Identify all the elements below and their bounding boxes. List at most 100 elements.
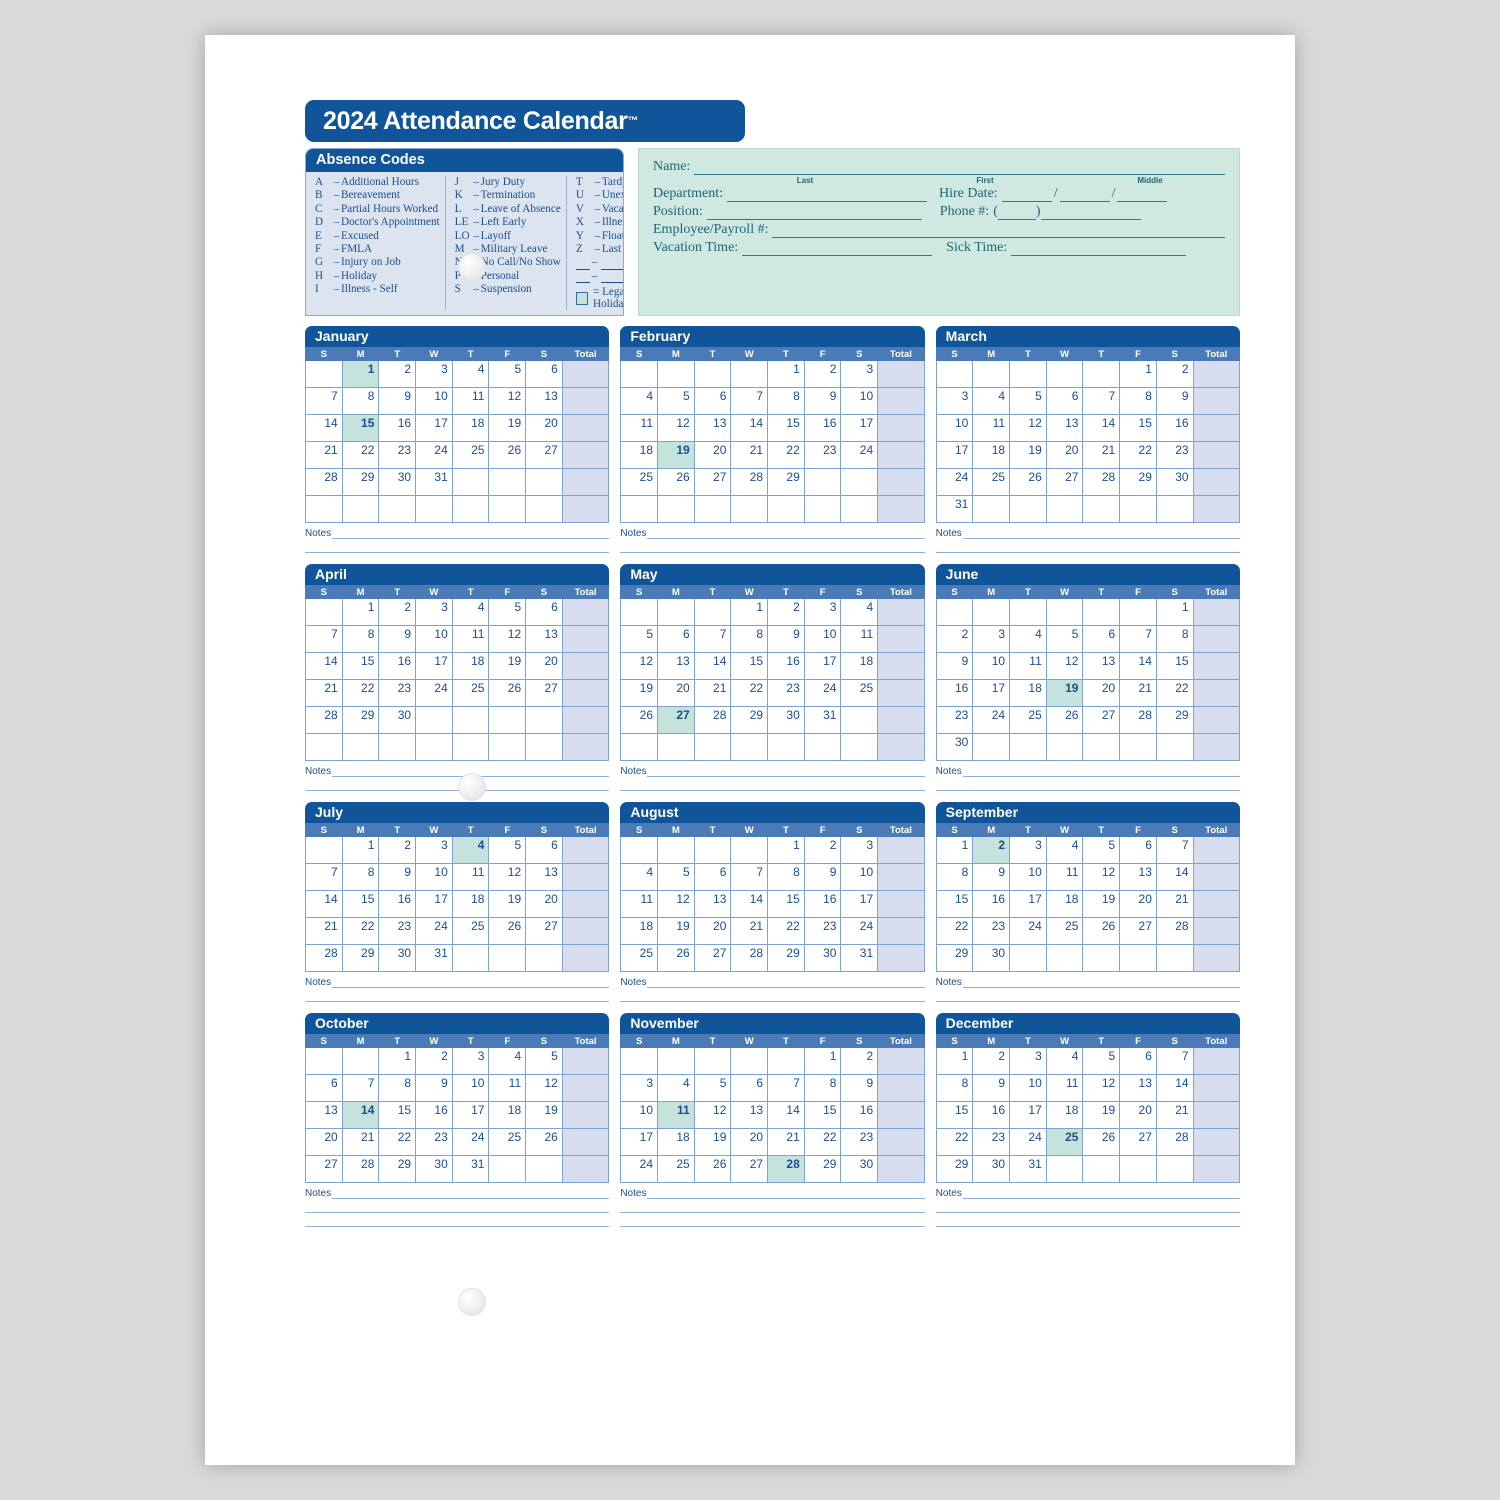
vacation-field[interactable] — [742, 241, 933, 256]
notes-input-line[interactable] — [305, 989, 610, 1003]
day-cell[interactable]: 9 — [935, 652, 974, 681]
total-cell[interactable] — [877, 625, 925, 654]
absence-code-blank-label[interactable] — [601, 273, 623, 284]
day-cell[interactable]: 18 — [451, 414, 490, 443]
day-cell-empty[interactable] — [525, 944, 563, 973]
day-cell-empty[interactable] — [1009, 944, 1047, 973]
day-cell[interactable]: 11 — [451, 863, 490, 892]
day-cell-empty[interactable] — [803, 733, 842, 762]
day-cell[interactable]: 30 — [1155, 468, 1194, 497]
day-cell-empty[interactable] — [657, 360, 695, 389]
day-cell[interactable]: 7 — [305, 625, 343, 654]
day-cell-empty[interactable] — [378, 733, 417, 762]
day-cell-empty[interactable] — [415, 706, 453, 735]
day-cell[interactable]: 25 — [451, 679, 490, 708]
day-cell[interactable]: 24 — [415, 679, 453, 708]
day-cell[interactable]: 17 — [1009, 890, 1047, 919]
day-cell[interactable]: 8 — [767, 387, 805, 416]
day-cell[interactable]: 14 — [693, 652, 732, 681]
day-cell[interactable]: 30 — [803, 944, 842, 973]
day-cell-empty[interactable] — [767, 1047, 805, 1076]
day-cell-holiday[interactable]: 2 — [972, 836, 1011, 865]
day-cell[interactable]: 19 — [525, 1101, 563, 1130]
total-cell[interactable] — [561, 1128, 610, 1157]
day-cell-empty[interactable] — [1045, 360, 1084, 389]
day-cell[interactable]: 27 — [525, 917, 563, 946]
day-cell[interactable]: 20 — [693, 917, 732, 946]
day-cell[interactable]: 14 — [767, 1101, 805, 1130]
day-cell[interactable]: 25 — [840, 679, 879, 708]
day-cell[interactable]: 23 — [935, 706, 974, 735]
day-cell-empty[interactable] — [693, 836, 732, 865]
total-cell[interactable] — [561, 495, 610, 524]
day-cell[interactable]: 26 — [693, 1155, 732, 1184]
day-cell[interactable]: 25 — [620, 944, 659, 973]
day-cell[interactable]: 27 — [525, 679, 563, 708]
day-cell[interactable]: 26 — [488, 441, 527, 470]
day-cell[interactable]: 24 — [415, 917, 453, 946]
day-cell[interactable]: 2 — [840, 1047, 879, 1076]
day-cell[interactable]: 14 — [730, 890, 769, 919]
absence-code-blank-key[interactable] — [575, 273, 590, 284]
day-cell-holiday[interactable]: 25 — [1045, 1128, 1084, 1157]
absence-code-blank-entry[interactable]: – — [575, 270, 623, 284]
day-cell[interactable]: 30 — [767, 706, 805, 735]
day-cell[interactable]: 28 — [305, 944, 343, 973]
day-cell-empty[interactable] — [451, 495, 490, 524]
day-cell-holiday[interactable]: 19 — [1045, 679, 1084, 708]
day-cell[interactable]: 10 — [415, 863, 453, 892]
day-cell[interactable]: 25 — [657, 1155, 695, 1184]
total-cell[interactable] — [561, 863, 610, 892]
day-cell-empty[interactable] — [488, 495, 527, 524]
total-cell[interactable] — [1192, 652, 1241, 681]
notes-input-line[interactable] — [332, 1187, 610, 1200]
day-cell[interactable]: 27 — [1082, 706, 1121, 735]
day-cell[interactable]: 2 — [378, 836, 417, 865]
day-cell[interactable]: 2 — [803, 360, 842, 389]
day-cell[interactable]: 22 — [935, 917, 974, 946]
total-cell[interactable] — [1192, 360, 1241, 389]
total-cell[interactable] — [561, 598, 610, 627]
day-cell-holiday[interactable]: 28 — [767, 1155, 805, 1184]
day-cell-empty[interactable] — [488, 468, 527, 497]
day-cell[interactable]: 15 — [767, 890, 805, 919]
day-cell-empty[interactable] — [730, 836, 769, 865]
day-cell[interactable]: 2 — [1155, 360, 1194, 389]
day-cell[interactable]: 4 — [657, 1074, 695, 1103]
day-cell[interactable]: 29 — [341, 944, 380, 973]
day-cell-empty[interactable] — [305, 360, 343, 389]
day-cell[interactable]: 23 — [378, 441, 417, 470]
total-cell[interactable] — [561, 652, 610, 681]
day-cell[interactable]: 20 — [1045, 441, 1084, 470]
total-cell[interactable] — [877, 414, 925, 443]
day-cell[interactable]: 14 — [1155, 863, 1194, 892]
day-cell-empty[interactable] — [305, 1047, 343, 1076]
day-cell-empty[interactable] — [488, 706, 527, 735]
total-cell[interactable] — [877, 598, 925, 627]
day-cell[interactable]: 7 — [693, 625, 732, 654]
day-cell-empty[interactable] — [803, 495, 842, 524]
day-cell-empty[interactable] — [620, 1047, 659, 1076]
total-cell[interactable] — [1192, 1101, 1241, 1130]
day-cell[interactable]: 29 — [1119, 468, 1157, 497]
notes-input-line[interactable] — [935, 1214, 1240, 1228]
notes-input-line[interactable] — [305, 1200, 610, 1214]
day-cell-empty[interactable] — [341, 733, 380, 762]
day-cell[interactable]: 7 — [341, 1074, 380, 1103]
day-cell-empty[interactable] — [1082, 598, 1121, 627]
day-cell[interactable]: 22 — [767, 917, 805, 946]
day-cell-empty[interactable] — [972, 598, 1011, 627]
day-cell[interactable]: 26 — [488, 679, 527, 708]
day-cell[interactable]: 5 — [693, 1074, 732, 1103]
day-cell-empty[interactable] — [730, 733, 769, 762]
day-cell[interactable]: 3 — [415, 360, 453, 389]
day-cell[interactable]: 13 — [693, 890, 732, 919]
day-cell[interactable]: 6 — [730, 1074, 769, 1103]
day-cell-empty[interactable] — [730, 360, 769, 389]
day-cell[interactable]: 24 — [1009, 917, 1047, 946]
total-cell[interactable] — [877, 679, 925, 708]
day-cell[interactable]: 16 — [378, 652, 417, 681]
day-cell[interactable]: 21 — [730, 917, 769, 946]
day-cell-empty[interactable] — [1082, 360, 1121, 389]
day-cell-empty[interactable] — [803, 468, 842, 497]
